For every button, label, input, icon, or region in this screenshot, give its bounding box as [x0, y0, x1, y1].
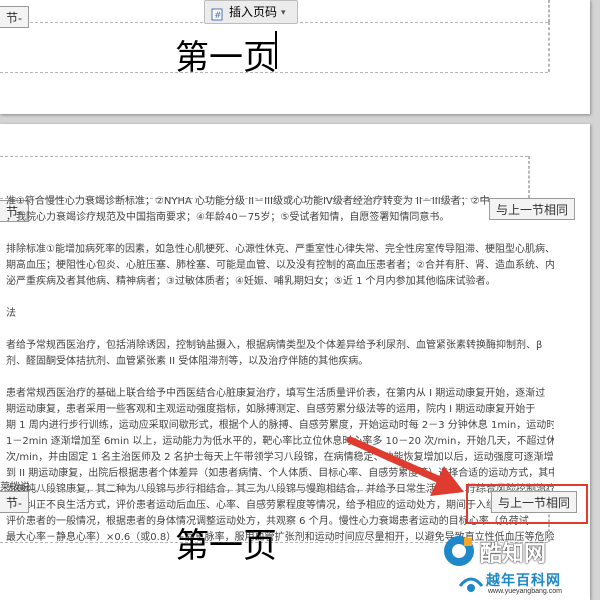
body-text-line: 剂、醛固酮受体拮抗剂、血管紧张素 II 受体阻滞剂等，以及治疗伴随的其他疾病。 [6, 356, 369, 367]
watermark-site-name: 越年百科网 [486, 572, 561, 588]
body-text-line: 患者常规西医治疗的基础上联合给予中西医结合心脏康复治疗，填写生活质量评价表，在第… [6, 388, 546, 399]
chevron-down-icon: ▾ [281, 7, 286, 17]
annotation-arrow-icon [346, 436, 464, 496]
body-text-line: 者给予常规西医治疗，包括消除诱因，控制钠盐摄入，根据病情类型及个体差异给予利尿剂… [6, 340, 543, 351]
body-text-line [6, 226, 554, 242]
page-number-icon: # [211, 6, 225, 21]
insert-page-number-label: 插入页码 [229, 5, 278, 19]
watermark-logo-icon [444, 536, 474, 566]
body-text-line: 期 1 周内进行步行训练，运动应采取间歇形式，根据个人的脉搏、自感劳累度，开始运… [6, 420, 554, 431]
body-text-line: 泌严重疾病及者其他病、精神病者；③过敏体质者；④妊娠、哺乳期妇女；⑤近 1 个月… [6, 276, 496, 287]
body-text-line [6, 322, 554, 338]
header-area-border [548, 0, 550, 22]
page-heading: 第一页 [175, 38, 277, 78]
header-area-side [528, 156, 530, 198]
text-cursor [275, 31, 277, 69]
svg-text:#: # [214, 11, 222, 21]
footer-text: 第一页 [175, 526, 277, 566]
footer-section-tag: 节- [0, 491, 29, 513]
insert-page-number-button[interactable]: # 插入页码 ▾ [204, 0, 298, 24]
watermark-site-url: www.yueyangbang.com [488, 588, 562, 595]
watermark: 酷知网 越年百科网 www.yueyangbang.com [440, 528, 600, 600]
body-text-line [6, 290, 554, 306]
watermark-site-icon [458, 577, 484, 592]
body-text-line: 期运动康复，患者采用一些客观和主观运动强度指标，如脉搏测定、自感劳累分级法等的运… [6, 404, 536, 415]
body-text-line: 期高血压；梗阻性心包炎、心脏压塞、肺栓塞、可能是血管、以及没有控制的高血压患者者… [6, 260, 554, 271]
annotation-highlight-box [466, 484, 588, 524]
header-area-right [548, 22, 550, 72]
body-text-line: 排除标准①能增加病死率的因素，如急性心肌梗死、心源性休克、严重室性心律失常、完全… [6, 244, 554, 255]
header-area-top [0, 156, 528, 157]
body-text-line [6, 370, 554, 386]
header-section-tag: 节- [0, 6, 29, 28]
watermark-brand: 酷知网 [480, 541, 547, 566]
body-text-line: 法 [6, 308, 16, 319]
body-text-line: 准①符合慢性心力衰竭诊断标准；②NYHA 心功能分级 II－III级或心功能IV… [6, 196, 490, 207]
body-text-line: ，我院心力衰竭诊疗规范及中国指南要求；④年龄40－75岁；⑤受试者知情，自愿签署… [6, 212, 450, 223]
